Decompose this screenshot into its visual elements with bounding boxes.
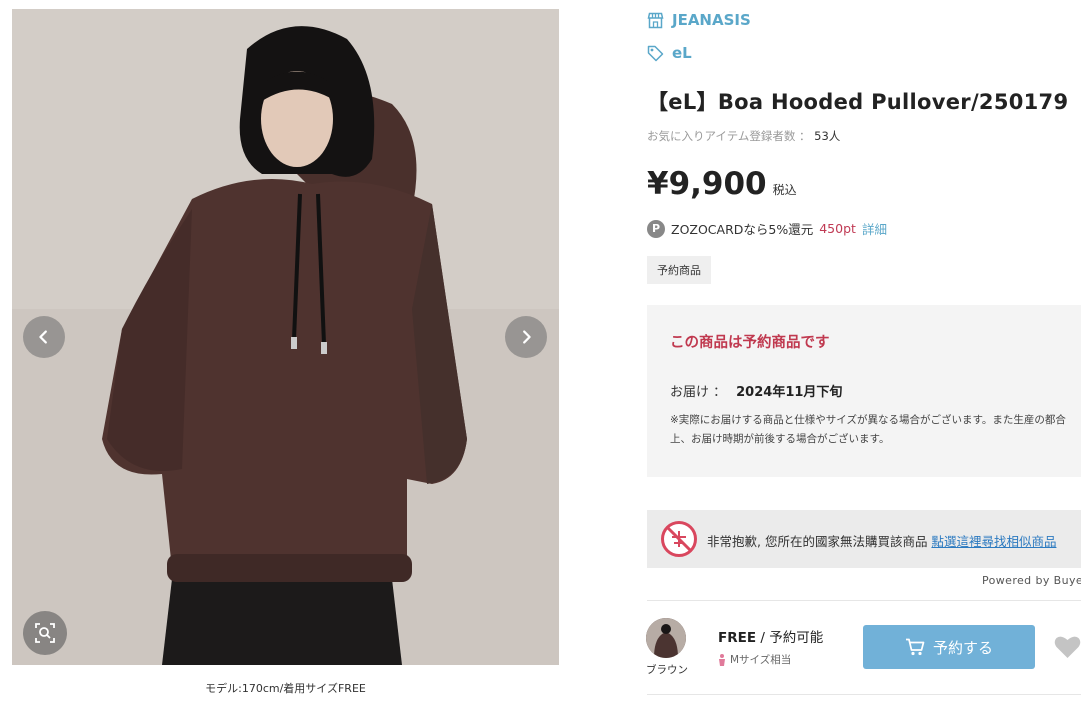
fit-text: Mサイズ相当 xyxy=(730,654,792,666)
brand-link[interactable]: JEANASIS xyxy=(647,11,751,29)
similar-items-link[interactable]: 點選這裡尋找相似商品 xyxy=(931,534,1056,549)
model-caption: モデル:170cm/着用サイズFREE xyxy=(205,682,366,695)
prev-image-button[interactable] xyxy=(23,316,65,358)
person-icon xyxy=(719,653,725,666)
availability-status: 予約可能 xyxy=(769,630,824,646)
product-photo xyxy=(12,9,559,665)
fit-note: Mサイズ相当 xyxy=(718,652,791,667)
reservation-note: ※実際にお届けする商品と仕様やサイズが異なる場合がございます。また生産の都合上、… xyxy=(670,414,1066,445)
favorites-count: お気に入りアイテム登録者数 ： 53人 xyxy=(647,128,840,144)
buyee-notice: 非常抱歉, 您所在的國家無法購買該商品 點選這裡尋找相似商品 xyxy=(647,510,1081,568)
price-block: ¥9,900 税込 xyxy=(647,166,797,202)
points-badge-icon: P xyxy=(647,219,665,238)
favorites-value: 53人 xyxy=(814,129,841,143)
heart-icon[interactable] xyxy=(1054,635,1081,659)
preorder-badge: 予約商品 xyxy=(647,256,711,284)
points-info: P ZOZOCARDなら5%還元 450pt 詳細 xyxy=(647,219,887,238)
color-name: ブラウン xyxy=(646,664,688,676)
size-availability: FREE / 予約可能 xyxy=(718,626,823,646)
reservation-panel: この商品は予約商品です お届け ： 2024年11月下旬 ※実際にお届けする商品… xyxy=(647,305,1081,477)
favorites-label: お気に入りアイテム登録者数 ： xyxy=(647,129,811,143)
label-name: eL xyxy=(672,44,692,62)
tax-label: 税込 xyxy=(772,183,797,197)
restricted-icon xyxy=(661,521,697,557)
store-icon xyxy=(647,12,664,28)
reserve-button-label: 予約する xyxy=(932,638,993,657)
zoom-button[interactable] xyxy=(23,611,67,655)
chevron-left-icon xyxy=(39,330,47,344)
color-swatch[interactable] xyxy=(646,618,686,658)
tag-icon xyxy=(647,45,664,61)
buyee-message-row: 非常抱歉, 您所在的國家無法購買該商品 點選這裡尋找相似商品 xyxy=(707,531,1056,550)
next-image-button[interactable] xyxy=(505,316,547,358)
divider xyxy=(647,600,1081,601)
product-title: 【eL】Boa Hooded Pullover/250179 xyxy=(647,90,1069,114)
size-separator: / xyxy=(760,630,765,646)
product-image-gallery xyxy=(12,9,559,665)
points-value: 450pt xyxy=(819,221,856,236)
reservation-title: この商品は予約商品です xyxy=(670,335,830,351)
points-text: ZOZOCARDなら5%還元 xyxy=(671,222,814,237)
cart-icon xyxy=(905,638,925,656)
zoom-search-icon xyxy=(35,623,55,643)
buyee-message: 非常抱歉, 您所在的國家無法購買該商品 xyxy=(707,534,928,549)
label-link[interactable]: eL xyxy=(647,44,692,62)
delivery-value: 2024年11月下旬 xyxy=(736,385,843,400)
size-value: FREE xyxy=(718,630,757,646)
swatch-thumbnail xyxy=(646,618,686,658)
chevron-right-icon xyxy=(523,330,531,344)
delivery-info: お届け ： 2024年11月下旬 xyxy=(670,381,842,400)
reserve-button[interactable]: 予約する xyxy=(863,625,1035,669)
divider-bottom xyxy=(647,694,1081,695)
powered-by: Powered by Buyee xyxy=(982,574,1081,587)
price-amount: ¥9,900 xyxy=(647,166,767,202)
brand-name: JEANASIS xyxy=(672,11,751,29)
delivery-label: お届け ： xyxy=(670,385,727,400)
points-detail-link[interactable]: 詳細 xyxy=(862,219,887,238)
